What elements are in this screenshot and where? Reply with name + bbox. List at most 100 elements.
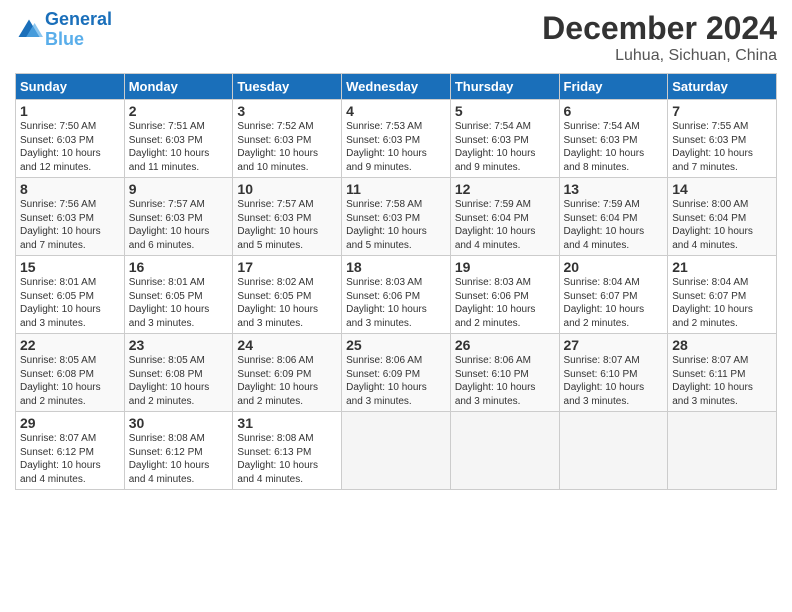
day-number: 17 <box>237 259 337 275</box>
calendar-cell: 7 Sunrise: 7:55 AMSunset: 6:03 PMDayligh… <box>668 100 777 178</box>
calendar-cell: 2 Sunrise: 7:51 AMSunset: 6:03 PMDayligh… <box>124 100 233 178</box>
page-container: General Blue December 2024 Luhua, Sichua… <box>0 0 792 500</box>
day-info: Sunrise: 7:53 AMSunset: 6:03 PMDaylight:… <box>346 121 427 173</box>
day-number: 4 <box>346 103 446 119</box>
calendar-cell: 3 Sunrise: 7:52 AMSunset: 6:03 PMDayligh… <box>233 100 342 178</box>
logo-line1: General <box>45 10 112 30</box>
day-number: 20 <box>564 259 664 275</box>
calendar-cell: 26 Sunrise: 8:06 AMSunset: 6:10 PMDaylig… <box>450 334 559 412</box>
calendar-cell <box>450 412 559 490</box>
day-info: Sunrise: 7:50 AMSunset: 6:03 PMDaylight:… <box>20 121 101 173</box>
day-header-row: SundayMondayTuesdayWednesdayThursdayFrid… <box>16 74 777 100</box>
day-number: 8 <box>20 181 120 197</box>
logo: General Blue <box>15 10 112 50</box>
day-number: 22 <box>20 337 120 353</box>
day-info: Sunrise: 8:04 AMSunset: 6:07 PMDaylight:… <box>564 277 645 329</box>
day-number: 23 <box>129 337 229 353</box>
day-info: Sunrise: 7:54 AMSunset: 6:03 PMDaylight:… <box>455 121 536 173</box>
calendar-cell: 17 Sunrise: 8:02 AMSunset: 6:05 PMDaylig… <box>233 256 342 334</box>
calendar-cell: 23 Sunrise: 8:05 AMSunset: 6:08 PMDaylig… <box>124 334 233 412</box>
day-info: Sunrise: 8:07 AMSunset: 6:12 PMDaylight:… <box>20 433 101 485</box>
day-number: 14 <box>672 181 772 197</box>
day-header-sunday: Sunday <box>16 74 125 100</box>
day-info: Sunrise: 7:57 AMSunset: 6:03 PMDaylight:… <box>237 199 318 251</box>
calendar-cell: 30 Sunrise: 8:08 AMSunset: 6:12 PMDaylig… <box>124 412 233 490</box>
day-info: Sunrise: 8:08 AMSunset: 6:13 PMDaylight:… <box>237 433 318 485</box>
day-info: Sunrise: 8:06 AMSunset: 6:10 PMDaylight:… <box>455 355 536 407</box>
day-number: 7 <box>672 103 772 119</box>
calendar-cell: 25 Sunrise: 8:06 AMSunset: 6:09 PMDaylig… <box>342 334 451 412</box>
day-info: Sunrise: 8:03 AMSunset: 6:06 PMDaylight:… <box>455 277 536 329</box>
day-header-tuesday: Tuesday <box>233 74 342 100</box>
calendar-cell: 24 Sunrise: 8:06 AMSunset: 6:09 PMDaylig… <box>233 334 342 412</box>
day-info: Sunrise: 7:55 AMSunset: 6:03 PMDaylight:… <box>672 121 753 173</box>
day-info: Sunrise: 7:51 AMSunset: 6:03 PMDaylight:… <box>129 121 210 173</box>
day-info: Sunrise: 8:03 AMSunset: 6:06 PMDaylight:… <box>346 277 427 329</box>
day-header-friday: Friday <box>559 74 668 100</box>
day-header-thursday: Thursday <box>450 74 559 100</box>
week-row-4: 29 Sunrise: 8:07 AMSunset: 6:12 PMDaylig… <box>16 412 777 490</box>
calendar-title: December 2024 <box>542 10 777 47</box>
day-number: 3 <box>237 103 337 119</box>
day-info: Sunrise: 8:00 AMSunset: 6:04 PMDaylight:… <box>672 199 753 251</box>
title-block: December 2024 Luhua, Sichuan, China <box>542 10 777 65</box>
day-number: 21 <box>672 259 772 275</box>
calendar-cell: 20 Sunrise: 8:04 AMSunset: 6:07 PMDaylig… <box>559 256 668 334</box>
day-info: Sunrise: 8:02 AMSunset: 6:05 PMDaylight:… <box>237 277 318 329</box>
calendar-cell: 16 Sunrise: 8:01 AMSunset: 6:05 PMDaylig… <box>124 256 233 334</box>
day-number: 18 <box>346 259 446 275</box>
day-number: 19 <box>455 259 555 275</box>
day-info: Sunrise: 8:05 AMSunset: 6:08 PMDaylight:… <box>20 355 101 407</box>
day-number: 13 <box>564 181 664 197</box>
calendar-cell: 18 Sunrise: 8:03 AMSunset: 6:06 PMDaylig… <box>342 256 451 334</box>
week-row-3: 22 Sunrise: 8:05 AMSunset: 6:08 PMDaylig… <box>16 334 777 412</box>
day-number: 25 <box>346 337 446 353</box>
day-number: 30 <box>129 415 229 431</box>
calendar-cell <box>668 412 777 490</box>
calendar-cell: 9 Sunrise: 7:57 AMSunset: 6:03 PMDayligh… <box>124 178 233 256</box>
day-info: Sunrise: 8:08 AMSunset: 6:12 PMDaylight:… <box>129 433 210 485</box>
calendar-cell: 29 Sunrise: 8:07 AMSunset: 6:12 PMDaylig… <box>16 412 125 490</box>
day-number: 5 <box>455 103 555 119</box>
day-info: Sunrise: 8:07 AMSunset: 6:11 PMDaylight:… <box>672 355 753 407</box>
calendar-cell: 19 Sunrise: 8:03 AMSunset: 6:06 PMDaylig… <box>450 256 559 334</box>
header: General Blue December 2024 Luhua, Sichua… <box>15 10 777 65</box>
day-info: Sunrise: 7:56 AMSunset: 6:03 PMDaylight:… <box>20 199 101 251</box>
calendar-cell: 6 Sunrise: 7:54 AMSunset: 6:03 PMDayligh… <box>559 100 668 178</box>
calendar-cell: 4 Sunrise: 7:53 AMSunset: 6:03 PMDayligh… <box>342 100 451 178</box>
day-number: 1 <box>20 103 120 119</box>
day-number: 16 <box>129 259 229 275</box>
calendar-cell: 28 Sunrise: 8:07 AMSunset: 6:11 PMDaylig… <box>668 334 777 412</box>
logo-icon <box>15 16 43 44</box>
calendar-cell: 27 Sunrise: 8:07 AMSunset: 6:10 PMDaylig… <box>559 334 668 412</box>
calendar-cell <box>559 412 668 490</box>
calendar-cell: 11 Sunrise: 7:58 AMSunset: 6:03 PMDaylig… <box>342 178 451 256</box>
calendar-subtitle: Luhua, Sichuan, China <box>542 47 777 65</box>
day-number: 29 <box>20 415 120 431</box>
day-info: Sunrise: 7:59 AMSunset: 6:04 PMDaylight:… <box>455 199 536 251</box>
day-number: 6 <box>564 103 664 119</box>
calendar-cell: 1 Sunrise: 7:50 AMSunset: 6:03 PMDayligh… <box>16 100 125 178</box>
day-number: 11 <box>346 181 446 197</box>
day-info: Sunrise: 7:54 AMSunset: 6:03 PMDaylight:… <box>564 121 645 173</box>
calendar-cell: 12 Sunrise: 7:59 AMSunset: 6:04 PMDaylig… <box>450 178 559 256</box>
day-number: 26 <box>455 337 555 353</box>
week-row-2: 15 Sunrise: 8:01 AMSunset: 6:05 PMDaylig… <box>16 256 777 334</box>
day-number: 28 <box>672 337 772 353</box>
calendar-cell: 5 Sunrise: 7:54 AMSunset: 6:03 PMDayligh… <box>450 100 559 178</box>
calendar-cell: 15 Sunrise: 8:01 AMSunset: 6:05 PMDaylig… <box>16 256 125 334</box>
calendar-cell: 14 Sunrise: 8:00 AMSunset: 6:04 PMDaylig… <box>668 178 777 256</box>
day-number: 10 <box>237 181 337 197</box>
calendar-table: SundayMondayTuesdayWednesdayThursdayFrid… <box>15 73 777 490</box>
day-info: Sunrise: 7:52 AMSunset: 6:03 PMDaylight:… <box>237 121 318 173</box>
day-number: 27 <box>564 337 664 353</box>
logo-line2: Blue <box>45 30 112 50</box>
calendar-cell: 8 Sunrise: 7:56 AMSunset: 6:03 PMDayligh… <box>16 178 125 256</box>
day-info: Sunrise: 8:06 AMSunset: 6:09 PMDaylight:… <box>346 355 427 407</box>
calendar-cell: 13 Sunrise: 7:59 AMSunset: 6:04 PMDaylig… <box>559 178 668 256</box>
day-number: 2 <box>129 103 229 119</box>
day-info: Sunrise: 8:01 AMSunset: 6:05 PMDaylight:… <box>20 277 101 329</box>
day-info: Sunrise: 8:01 AMSunset: 6:05 PMDaylight:… <box>129 277 210 329</box>
day-number: 12 <box>455 181 555 197</box>
calendar-cell: 21 Sunrise: 8:04 AMSunset: 6:07 PMDaylig… <box>668 256 777 334</box>
